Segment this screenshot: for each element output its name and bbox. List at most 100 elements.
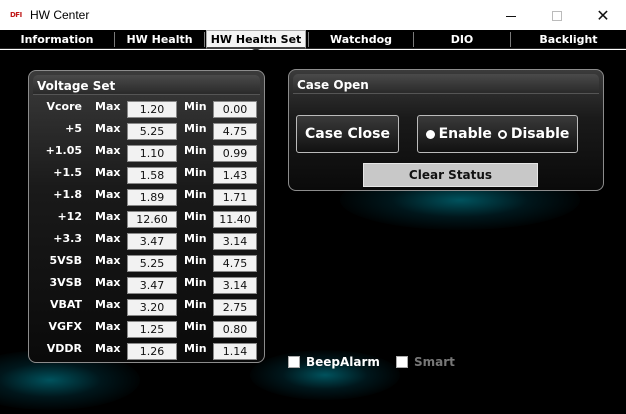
max-label: Max — [95, 210, 121, 223]
min-label: Min — [184, 210, 207, 223]
max-value-field[interactable]: 3.47 — [127, 233, 177, 250]
max-label: Max — [95, 254, 121, 267]
voltage-row: +1.5 Max 1.58 Min 1.43 — [29, 164, 264, 186]
voltage-set-title: Voltage Set — [37, 79, 116, 93]
max-label: Max — [95, 276, 121, 289]
voltage-row: +1.8 Max 1.89 Min 1.71 — [29, 186, 264, 208]
max-value-field[interactable]: 12.60 — [127, 211, 177, 228]
beep-alarm-label[interactable]: BeepAlarm — [306, 355, 380, 369]
tab-dio[interactable]: DIO — [414, 30, 510, 49]
clear-status-button[interactable]: Clear Status — [363, 163, 538, 187]
tab-bar: Information HW Health HW Health Set Watc… — [0, 30, 626, 51]
voltage-row: VDDR Max 1.26 Min 1.14 — [29, 340, 264, 362]
max-value-field[interactable]: 1.58 — [127, 167, 177, 184]
window-title: HW Center — [30, 8, 90, 22]
min-value-field[interactable]: 0.00 — [213, 101, 257, 118]
max-label: Max — [95, 100, 121, 113]
case-open-panel: Case Open Case Close Enable Disable Clea… — [288, 69, 604, 191]
disable-radio[interactable] — [497, 129, 507, 139]
tab-backlight[interactable]: Backlight — [511, 30, 626, 49]
min-label: Min — [184, 320, 207, 333]
min-value-field[interactable]: 3.14 — [213, 233, 257, 250]
min-value-field[interactable]: 0.80 — [213, 321, 257, 338]
app-logo: DFI — [10, 11, 22, 19]
tab-separator — [204, 32, 205, 47]
main-content: Voltage Set Vcore Max 1.20 Min 0.00 +5 Max 5.25… — [0, 50, 626, 414]
max-label: Max — [95, 122, 121, 135]
min-value-field[interactable]: 1.71 — [213, 189, 257, 206]
min-value-field[interactable]: 4.75 — [213, 255, 257, 272]
voltage-row: VBAT Max 3.20 Min 2.75 — [29, 296, 264, 318]
tab-watchdog[interactable]: Watchdog — [309, 30, 413, 49]
case-open-title: Case Open — [297, 78, 369, 92]
min-label: Min — [184, 232, 207, 245]
max-value-field[interactable]: 5.25 — [127, 255, 177, 272]
min-value-field[interactable]: 0.99 — [213, 145, 257, 162]
title-bar: DFI HW Center ✕ — [0, 0, 626, 30]
close-icon: ✕ — [596, 6, 610, 25]
max-label: Max — [95, 298, 121, 311]
minimize-button[interactable] — [488, 2, 534, 30]
max-value-field[interactable]: 3.20 — [127, 299, 177, 316]
voltage-row: +1.05 Max 1.10 Min 0.99 — [29, 142, 264, 164]
voltage-row: +5 Max 5.25 Min 4.75 — [29, 120, 264, 142]
smart-label: Smart — [414, 355, 455, 369]
voltage-name: 5VSB — [49, 254, 82, 267]
voltage-row: +3.3 Max 3.47 Min 3.14 — [29, 230, 264, 252]
tab-hw-health-set[interactable]: HW Health Set — [206, 30, 306, 51]
max-value-field[interactable]: 1.25 — [127, 321, 177, 338]
enable-label[interactable]: Enable — [439, 126, 492, 142]
min-label: Min — [184, 166, 207, 179]
voltage-row: 3VSB Max 3.47 Min 3.14 — [29, 274, 264, 296]
close-button[interactable]: ✕ — [580, 2, 626, 30]
min-value-field[interactable]: 2.75 — [213, 299, 257, 316]
max-label: Max — [95, 144, 121, 157]
smart-checkbox[interactable] — [396, 356, 408, 368]
min-value-field[interactable]: 3.14 — [213, 277, 257, 294]
disable-label[interactable]: Disable — [511, 126, 570, 142]
maximize-icon — [552, 11, 562, 21]
max-value-field[interactable]: 1.20 — [127, 101, 177, 118]
max-value-field[interactable]: 1.89 — [127, 189, 177, 206]
min-label: Min — [184, 298, 207, 311]
max-value-field[interactable]: 3.47 — [127, 277, 177, 294]
max-label: Max — [95, 320, 121, 333]
min-value-field[interactable]: 11.40 — [213, 211, 257, 228]
tab-hw-health[interactable]: HW Health — [115, 30, 204, 49]
min-value-field[interactable]: 4.75 — [213, 123, 257, 140]
tab-information[interactable]: Information — [0, 30, 114, 49]
voltage-name: Vcore — [46, 100, 82, 113]
voltage-set-panel: Voltage Set Vcore Max 1.20 Min 0.00 +5 Max 5.25… — [28, 70, 265, 363]
voltage-name: +5 — [65, 122, 82, 135]
voltage-name: VDDR — [46, 342, 82, 355]
voltage-name: VBAT — [49, 298, 82, 311]
min-label: Min — [184, 100, 207, 113]
voltage-name: 3VSB — [49, 276, 82, 289]
min-value-field[interactable]: 1.43 — [213, 167, 257, 184]
max-label: Max — [95, 166, 121, 179]
voltage-name: +12 — [57, 210, 82, 223]
maximize-button[interactable] — [534, 2, 580, 30]
voltage-name: +1.8 — [53, 188, 82, 201]
max-value-field[interactable]: 1.26 — [127, 343, 177, 360]
enable-disable-group: Enable Disable — [417, 115, 578, 153]
max-value-field[interactable]: 5.25 — [127, 123, 177, 140]
max-label: Max — [95, 232, 121, 245]
voltage-name: +3.3 — [53, 232, 82, 245]
max-value-field[interactable]: 1.10 — [127, 145, 177, 162]
max-label: Max — [95, 188, 121, 201]
min-label: Min — [184, 188, 207, 201]
min-label: Min — [184, 122, 207, 135]
minimize-icon — [506, 15, 516, 17]
enable-radio[interactable] — [425, 129, 435, 139]
voltage-name: +1.05 — [45, 144, 82, 157]
min-label: Min — [184, 342, 207, 355]
case-close-button[interactable]: Case Close — [296, 115, 399, 153]
voltage-row: Vcore Max 1.20 Min 0.00 — [29, 98, 264, 120]
voltage-name: VGFX — [48, 320, 82, 333]
beep-alarm-checkbox[interactable] — [288, 356, 300, 368]
min-label: Min — [184, 276, 207, 289]
min-label: Min — [184, 254, 207, 267]
max-label: Max — [95, 342, 121, 355]
min-value-field[interactable]: 1.14 — [213, 343, 257, 360]
